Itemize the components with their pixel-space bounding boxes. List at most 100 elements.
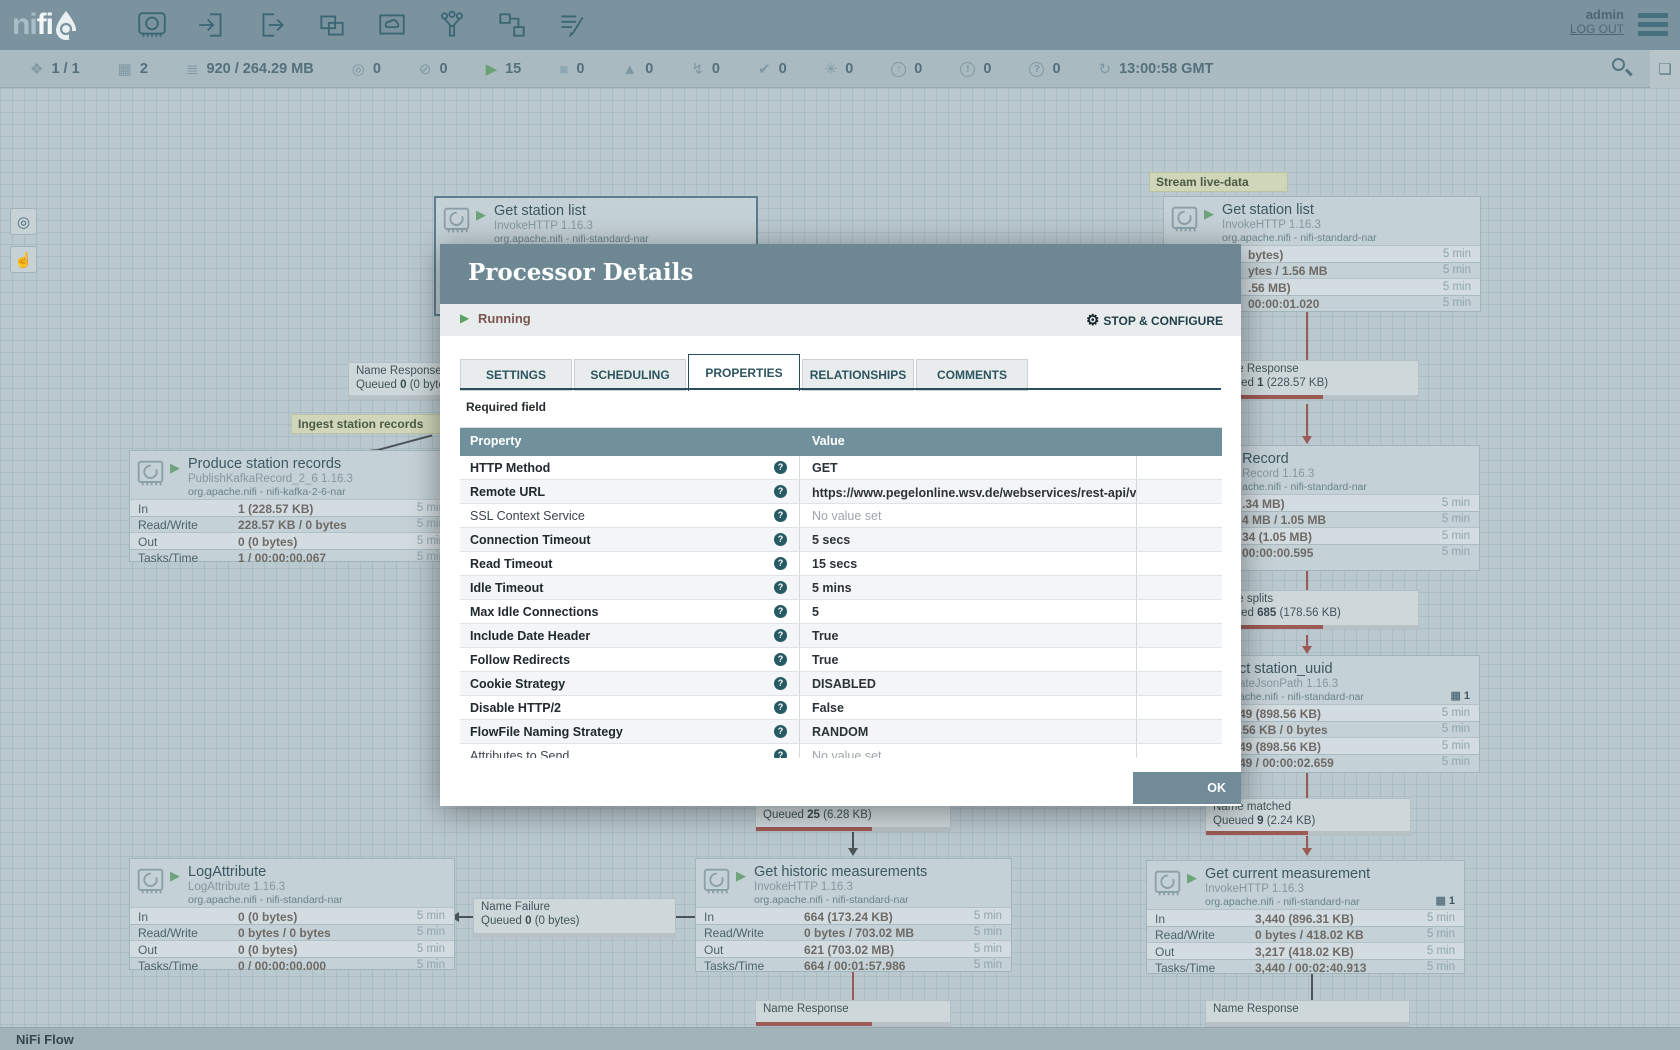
processor-type: InvokeHTTP 1.16.3 <box>1205 883 1304 895</box>
property-value[interactable]: GET <box>800 456 1137 479</box>
processor-type: InvokeHTTP 1.16.3 <box>754 881 853 893</box>
property-row[interactable]: SSL Context Service?No value set <box>460 504 1222 528</box>
property-value[interactable]: True <box>800 624 1137 647</box>
connection-queue-label[interactable]: Name Response <box>755 1000 951 1027</box>
label-icon[interactable] <box>555 8 589 42</box>
stat-label: Read/Write <box>138 518 198 532</box>
connection-queue-label[interactable]: Name FailureQueued 0 (0 bytes) <box>473 898 676 938</box>
stat-label: Tasks/Time <box>138 959 198 973</box>
process-group-icon[interactable] <box>315 8 349 42</box>
property-value[interactable]: RANDOM <box>800 720 1137 743</box>
search-icon[interactable] <box>1612 58 1634 80</box>
property-row[interactable]: Max Idle Connections?5 <box>460 600 1222 624</box>
input-port-icon[interactable] <box>195 8 229 42</box>
help-icon[interactable]: ? <box>774 629 787 642</box>
tab-relationships[interactable]: RELATIONSHIPS <box>802 359 914 391</box>
help-icon[interactable]: ? <box>774 485 787 498</box>
property-value[interactable]: False <box>800 696 1137 719</box>
processor-bundle: org.apache.nifi - nifi-standard-nar <box>754 894 909 906</box>
property-value[interactable]: DISABLED <box>800 672 1137 695</box>
property-row[interactable]: Disable HTTP/2?False <box>460 696 1222 720</box>
help-icon[interactable]: ? <box>774 461 787 474</box>
stat-value: 664 / 00:01:57.986 <box>804 959 905 973</box>
ok-button[interactable]: OK <box>1133 772 1241 804</box>
processor-type: PublishKafkaRecord_2_6 1.16.3 <box>188 473 353 485</box>
stat-value: 3,440 / 00:02:40.913 <box>1255 961 1366 975</box>
tabs-underline <box>460 388 1221 390</box>
property-edit-cell <box>1137 480 1222 503</box>
property-name: Disable HTTP/2? <box>460 696 800 719</box>
summary-panel-icon[interactable]: ❏ <box>1650 50 1680 88</box>
processor-node[interactable]: ▶Get current measurementInvokeHTTP 1.16.… <box>1146 860 1465 974</box>
global-menu-icon[interactable] <box>1638 13 1668 40</box>
tab-comments[interactable]: COMMENTS <box>916 359 1028 391</box>
stat-label: In <box>704 910 714 924</box>
property-row[interactable]: FlowFile Naming Strategy?RANDOM <box>460 720 1222 744</box>
output-port-icon[interactable] <box>255 8 289 42</box>
help-icon[interactable]: ? <box>774 653 787 666</box>
tab-properties[interactable]: PROPERTIES <box>688 354 800 391</box>
running-state-label: Running <box>478 311 531 326</box>
processor-node[interactable]: ▶Produce station recordsPublishKafkaReco… <box>129 450 455 562</box>
funnel-icon[interactable] <box>435 8 469 42</box>
template-icon[interactable] <box>495 8 529 42</box>
help-icon[interactable]: ? <box>774 557 787 570</box>
help-icon[interactable]: ? <box>774 581 787 594</box>
status-value: 0 <box>576 61 584 77</box>
property-row[interactable]: Cookie Strategy?DISABLED <box>460 672 1222 696</box>
tab-settings[interactable]: SETTINGS <box>460 359 572 391</box>
property-value[interactable]: No value set <box>800 504 1137 527</box>
canvas-label[interactable]: Ingest station records <box>291 414 455 434</box>
property-value[interactable]: 5 <box>800 600 1137 623</box>
connection-queue-label[interactable]: Queued 25 (6.28 KB) <box>755 804 951 832</box>
processor-details-dialog: Processor Details ▶ Running ⚙STOP & CONF… <box>440 244 1241 806</box>
property-row[interactable]: Attributes to Send?No value set <box>460 744 1222 758</box>
property-value[interactable]: 15 secs <box>800 552 1137 575</box>
breadcrumb-root[interactable]: NiFi Flow <box>16 1032 74 1047</box>
property-row[interactable]: Remote URL?https://www.pegelonline.wsv.d… <box>460 480 1222 504</box>
property-row[interactable]: HTTP Method?GET <box>460 456 1222 480</box>
property-name: Cookie Strategy? <box>460 672 800 695</box>
help-icon[interactable]: ? <box>774 509 787 522</box>
help-icon[interactable]: ? <box>774 701 787 714</box>
navigate-icon[interactable]: ◎ <box>10 208 37 235</box>
logout-link[interactable]: LOG OUT <box>1570 22 1624 36</box>
property-row[interactable]: Connection Timeout?5 secs <box>460 528 1222 552</box>
processor-icon[interactable] <box>135 8 169 42</box>
tab-scheduling[interactable]: SCHEDULING <box>574 359 686 391</box>
stop-and-configure-button[interactable]: ⚙STOP & CONFIGURE <box>1086 311 1223 329</box>
property-row[interactable]: Idle Timeout?5 mins <box>460 576 1222 600</box>
threads-icon: ▦ <box>1450 690 1460 702</box>
property-row[interactable]: Read Timeout?15 secs <box>460 552 1222 576</box>
stat-row: In1 (228.57 KB)5 min <box>130 499 454 516</box>
stat-window: 5 min <box>1442 740 1470 752</box>
property-value[interactable]: True <box>800 648 1137 671</box>
property-value[interactable]: 5 secs <box>800 528 1137 551</box>
help-icon[interactable]: ? <box>774 725 787 738</box>
connection-queue-label[interactable]: Name Response <box>1205 1000 1410 1027</box>
property-value[interactable]: https://www.pegelonline.wsv.de/webservic… <box>800 480 1137 503</box>
help-icon[interactable]: ? <box>774 533 787 546</box>
property-value[interactable]: No value set <box>800 744 1137 758</box>
property-row[interactable]: Follow Redirects?True <box>460 648 1222 672</box>
invalid-status: ▲0 <box>622 61 653 77</box>
stat-window: 5 min <box>1427 945 1455 957</box>
connection-arrow-icon <box>848 848 858 856</box>
remote-process-group-icon[interactable] <box>375 8 409 42</box>
processor-node[interactable]: ▶LogAttributeLogAttribute 1.16.3org.apac… <box>129 858 455 970</box>
refresh-icon: ↻ <box>1099 62 1112 77</box>
connection-line <box>1306 312 1308 360</box>
canvas-label[interactable]: Stream live-data <box>1149 172 1288 192</box>
connection-line <box>1306 773 1308 798</box>
processor-node[interactable]: ▶Get historic measurementsInvokeHTTP 1.1… <box>695 858 1012 972</box>
stale-icon: ↑ <box>891 62 906 77</box>
property-row[interactable]: Include Date Header?True <box>460 624 1222 648</box>
operate-icon[interactable]: ☝ <box>10 246 37 273</box>
help-icon[interactable]: ? <box>774 749 787 758</box>
help-icon[interactable]: ? <box>774 677 787 690</box>
stat-label: In <box>138 910 148 924</box>
property-value[interactable]: 5 mins <box>800 576 1137 599</box>
property-name: SSL Context Service? <box>460 504 800 527</box>
help-icon[interactable]: ? <box>774 605 787 618</box>
property-edit-cell <box>1137 696 1222 719</box>
